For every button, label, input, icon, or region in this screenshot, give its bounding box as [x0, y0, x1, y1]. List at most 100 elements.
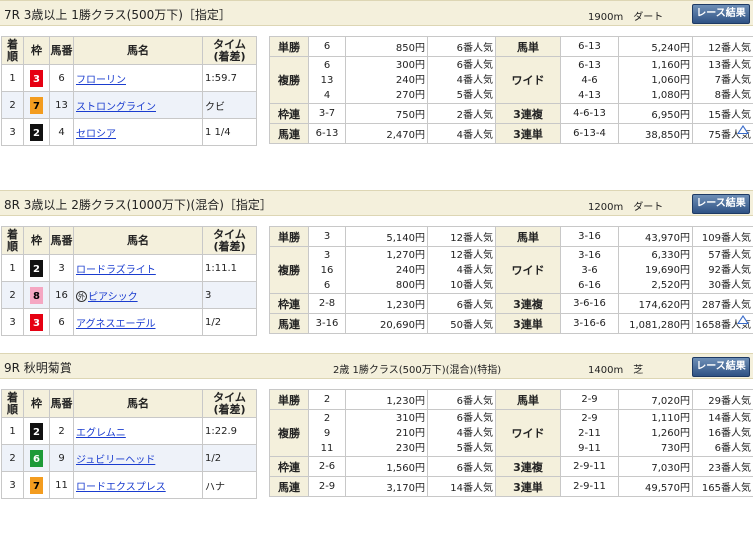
race-distance: 1400m 芝 — [588, 365, 644, 376]
payout-num-value: 11 — [320, 442, 334, 454]
payout-pop-value: 92番人気 — [708, 264, 751, 276]
horse-name-link[interactable]: アグネスエーデル — [76, 319, 156, 330]
payout-exacta-amt: 5,240円 — [618, 36, 693, 57]
result-time-cell: クビ — [202, 91, 257, 119]
result-waku-cell: 7 — [23, 471, 50, 499]
payout-trio-pop: 15番人気 — [692, 103, 753, 124]
payout-num-value: 9 — [323, 427, 331, 439]
payout-label-wide: ワイド — [495, 56, 561, 104]
result-time-cell: 3 — [202, 281, 257, 309]
payout-trifecta-pop: 165番人気 — [692, 476, 753, 497]
result-order-cell: 3 — [1, 308, 24, 336]
payout-amt-value: 730円 — [660, 442, 690, 454]
payout-quinella-num: 3-16 — [308, 313, 346, 334]
payout-win-pop: 12番人気 — [427, 226, 496, 247]
header-waku: 枠 — [23, 389, 50, 418]
payout-num-value: 2-8 — [318, 298, 336, 309]
result-umaban: 9 — [58, 452, 65, 464]
payout-num-value: 3-16 — [315, 318, 339, 329]
horse-name-link[interactable]: セロシア — [76, 129, 116, 140]
payout-trio-pop: 23番人気 — [692, 456, 753, 477]
payout-label-trio: 3連複 — [495, 293, 561, 314]
payout-pop-value: 29番人気 — [708, 396, 751, 407]
result-order: 1 — [9, 262, 16, 274]
result-horse-cell: ロードエクスプレス — [73, 471, 203, 499]
result-umaban: 13 — [55, 99, 68, 111]
header-order-label: 着順 — [7, 390, 18, 416]
race-title: 7R 3歳以上 1勝クラス(500万下)［指定］ — [4, 8, 231, 22]
payout-amt-value: 7,030円 — [651, 463, 690, 474]
payout-amt-value: 1,560円 — [386, 463, 425, 474]
result-horse-cell: アグネスエーデル — [73, 308, 203, 336]
header-time: タイム (着差) — [202, 36, 257, 65]
payout-row: 複勝 6 13 4 300円 240円 270円 6番人気 4番人気 5番人気 ワイド 6-13 4-6… — [269, 56, 753, 104]
result-umaban-cell: 13 — [49, 91, 74, 119]
up-arrow-icon[interactable] — [737, 315, 749, 324]
payout-amt-value: 800円 — [395, 279, 425, 291]
payout-quinella-amt: 3,170円 — [345, 476, 428, 497]
payout-wide-amt: 1,160円 1,060円 1,080円 — [618, 56, 693, 104]
payout-quinella-num: 6-13 — [308, 123, 346, 144]
horse-name-link[interactable]: ピアシック — [88, 292, 138, 303]
payout-pop-value: 109番人気 — [701, 233, 751, 244]
payout-num-value: 6 — [323, 41, 331, 52]
result-horse-cell: フローリン — [73, 64, 203, 92]
payout-num-value: 3 — [323, 249, 331, 261]
payout-label-text: 複勝 — [278, 427, 300, 440]
payout-label-text: 枠連 — [278, 460, 300, 474]
race-title: 9R 秋明菊賞 — [4, 361, 72, 375]
payout-row: 馬連 6-13 2,470円 4番人気 3連単 6-13-4 38,850円 75番人気 — [269, 123, 753, 144]
header-order-label: 着順 — [7, 227, 18, 253]
payout-amt-value: 38,850円 — [645, 130, 690, 141]
payout-amt-value: 1,260円 — [651, 427, 690, 439]
payout-label-trifecta: 3連単 — [495, 313, 561, 334]
result-time: 1:11.1 — [205, 262, 237, 274]
payout-label-quinella: 馬連 — [269, 313, 309, 334]
result-waku-cell: 3 — [23, 308, 50, 336]
payout-bracket-num: 2-6 — [308, 456, 346, 477]
payout-label-text: 馬連 — [278, 317, 300, 331]
payout-amt-value: 240円 — [395, 74, 425, 86]
race-section: 8R 3歳以上 2勝クラス(1000万下)(混合)［指定］ 1200m ダート レー… — [0, 190, 753, 350]
payout-pop-value: 12番人気 — [708, 43, 751, 54]
payout-pop-value: 12番人気 — [450, 233, 493, 244]
horse-name-link[interactable]: フローリン — [76, 75, 126, 86]
result-order: 3 — [9, 316, 16, 328]
payout-bracket-amt: 1,230円 — [345, 293, 428, 314]
payout-label-text: 単勝 — [278, 230, 300, 244]
result-order-cell: 3 — [1, 471, 24, 499]
payout-pop-value: 16番人気 — [708, 427, 751, 439]
result-row: 2 7 13 ストロングライン クビ — [1, 91, 257, 119]
horse-name-link[interactable]: ロードエクスプレス — [76, 482, 166, 493]
payout-row: 単勝 2 1,230円 6番人気 馬単 2-9 7,020円 29番人気 — [269, 389, 753, 410]
result-time: 3 — [205, 289, 212, 301]
race-result-button[interactable]: レース結果 — [692, 357, 750, 377]
payout-num-value: 2-9-11 — [573, 461, 606, 472]
payout-exacta-amt: 7,020円 — [618, 389, 693, 410]
horse-name-link[interactable]: エグレムニ — [76, 428, 126, 439]
payout-pop-value: 14番人気 — [450, 483, 493, 494]
payout-num-value: 3-7 — [318, 108, 336, 119]
payout-wide-pop: 57番人気 92番人気 30番人気 — [692, 246, 753, 294]
payout-win-pop: 6番人気 — [427, 36, 496, 57]
result-order: 2 — [9, 99, 16, 111]
payout-num-value: 16 — [320, 264, 334, 276]
result-waku-cell: 2 — [23, 118, 50, 146]
up-arrow-icon[interactable] — [737, 125, 749, 134]
payout-label-place: 複勝 — [269, 246, 309, 294]
race-result-button[interactable]: レース結果 — [692, 194, 750, 214]
payout-amt-value: 5,140円 — [386, 233, 425, 244]
horse-name-link[interactable]: ジュビリーヘッド — [76, 455, 155, 466]
header-order-label: 着順 — [7, 37, 18, 63]
horse-name-link[interactable]: ロードラズライト — [76, 265, 156, 276]
result-order: 1 — [9, 425, 16, 437]
payout-label-text: 馬単 — [517, 40, 539, 54]
race-result-button[interactable]: レース結果 — [692, 4, 750, 24]
horse-name-link[interactable]: ストロングライン — [76, 102, 156, 113]
header-horse: 馬名 — [73, 389, 203, 418]
result-row: 2 6 9 ジュビリーヘッド 1/2 — [1, 444, 257, 472]
payout-exacta-pop: 29番人気 — [692, 389, 753, 410]
payout-label-text: 3連単 — [513, 480, 543, 494]
payout-pop-value: 13番人気 — [708, 59, 751, 71]
result-row: 1 3 6 フローリン 1:59.7 — [1, 64, 257, 92]
